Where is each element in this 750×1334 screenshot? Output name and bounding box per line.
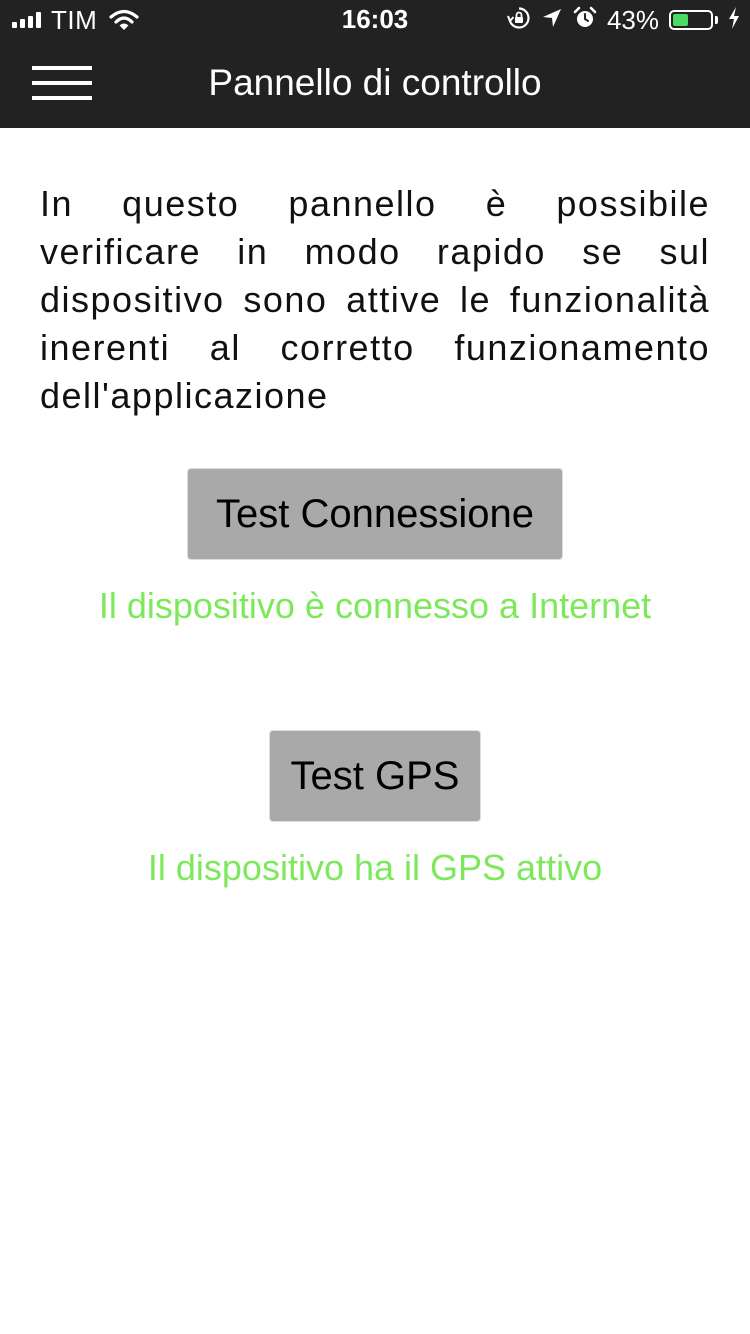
status-bar: TIM 16:03 43% — [0, 0, 750, 40]
description-text: In questo pannello è possibile verificar… — [40, 183, 710, 416]
app-screen: TIM 16:03 43% Pannello di controllo In q… — [0, 0, 750, 1334]
location-icon — [541, 7, 563, 34]
battery-percentage: 43% — [606, 4, 659, 35]
status-right: 43% — [507, 4, 740, 35]
battery-level — [673, 14, 688, 26]
rotation-lock-icon — [507, 6, 531, 35]
charging-bolt-icon — [728, 6, 740, 34]
battery-cap — [715, 16, 718, 24]
top-bar: TIM 16:03 43% Pannello di controllo — [0, 0, 750, 128]
test-gps-button[interactable]: Test GPS — [269, 730, 481, 822]
page-title: Pannello di controllo — [208, 62, 542, 103]
navigation-bar: Pannello di controllo — [0, 40, 750, 128]
gps-result-text: Il dispositivo ha il GPS attivo — [147, 847, 603, 888]
connection-result-text: Il dispositivo è connesso a Internet — [98, 585, 652, 626]
alarm-icon — [573, 6, 597, 35]
battery-icon — [669, 10, 713, 30]
test-connection-button[interactable]: Test Connessione — [187, 468, 563, 560]
